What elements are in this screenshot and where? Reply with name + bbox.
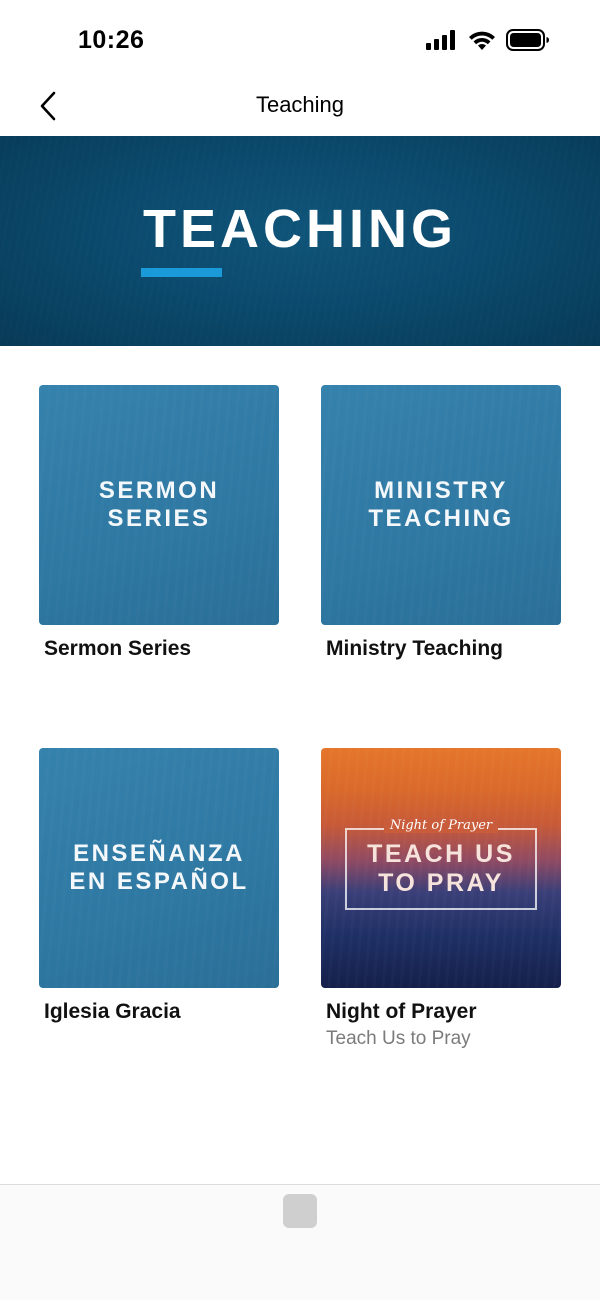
nav-bar: Teaching — [0, 80, 600, 136]
status-bar: 10:26 — [0, 0, 600, 80]
tile-night-of-prayer[interactable]: Night of Prayer TEACH US TO PRAY Night o… — [321, 748, 561, 1050]
tile-title: Night of Prayer — [326, 1000, 477, 1023]
tile-artwork-text: MINISTRY TEACHING — [368, 477, 514, 532]
battery-icon — [506, 29, 550, 56]
tile-title: Iglesia Gracia — [44, 1000, 181, 1023]
hero-accent-underline — [141, 268, 222, 277]
tab-placeholder-icon[interactable] — [283, 1194, 317, 1228]
bottom-tab-bar — [0, 1184, 600, 1300]
cellular-signal-icon — [426, 30, 458, 55]
status-icons — [426, 29, 550, 56]
tile-artwork-text: SERMON SERIES — [98, 477, 220, 532]
tile-artwork: Night of Prayer TEACH US TO PRAY — [321, 748, 561, 988]
tile-title: Sermon Series — [44, 637, 192, 660]
page-title: Teaching — [255, 92, 345, 117]
tile-artwork: ENSEÑANZA EN ESPAÑOL — [39, 748, 279, 988]
tile-ministry-teaching[interactable]: MINISTRY TEACHING Ministry Teaching — [321, 385, 561, 661]
tile-artwork-text: ENSEÑANZA EN ESPAÑOL — [69, 840, 249, 895]
tile-sermon-series[interactable]: SERMON SERIES Sermon Series — [39, 385, 279, 661]
status-time: 10:26 — [78, 26, 145, 54]
tile-subtitle: Teach Us to Pray — [326, 1028, 471, 1049]
hero-banner: TEACHING — [0, 136, 600, 346]
tile-artwork: MINISTRY TEACHING — [321, 385, 561, 625]
tile-artwork: SERMON SERIES — [39, 385, 279, 625]
tile-iglesia-gracia[interactable]: ENSEÑANZA EN ESPAÑOL Iglesia Gracia — [39, 748, 279, 1024]
tile-artwork-text: TEACH US TO PRAY — [367, 840, 515, 897]
tile-artwork-script: Night of Prayer — [321, 818, 561, 833]
tile-title: Ministry Teaching — [326, 637, 503, 660]
hero-title: TEACHING — [143, 199, 457, 259]
wifi-icon — [468, 30, 496, 56]
